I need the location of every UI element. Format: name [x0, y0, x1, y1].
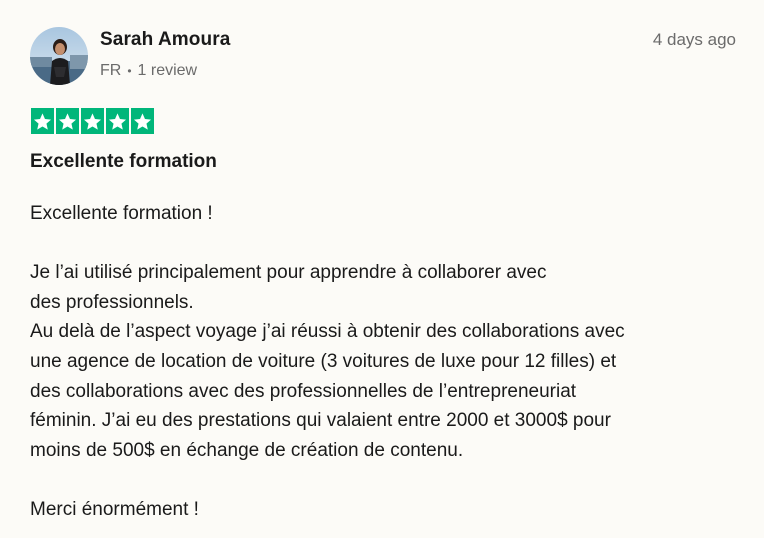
review-body-line: des professionnels. [30, 291, 194, 313]
review-body-line: Je l’ai utilisé principalement pour appr… [30, 262, 547, 284]
review-body-line: Merci énormément ! [30, 498, 199, 520]
review-body-line [30, 229, 740, 259]
author-meta: FR • 1 review [100, 62, 197, 80]
review-date: 4 days ago [652, 30, 736, 49]
star-icon [31, 108, 54, 134]
review-body-line: Au delà de l’aspect voyage j’ai réussi à… [30, 321, 625, 343]
avatar[interactable] [30, 27, 88, 85]
author-country: FR [100, 62, 122, 79]
review-body: Excellente formation ! Je l’ai utilisé p… [30, 199, 740, 525]
star-icon [56, 108, 79, 134]
star-icon [81, 108, 104, 134]
star-icon [131, 108, 154, 134]
review-body-line: une agence de location de voiture (3 voi… [30, 350, 617, 372]
star-icon [106, 108, 129, 134]
star-rating [31, 108, 154, 134]
review-body-line: Excellente formation ! [30, 203, 213, 224]
review-body-line: des collaborations avec des professionne… [30, 380, 577, 402]
review-body-line: moins de 500$ en échange de création de … [30, 439, 464, 461]
author-review-count: 1 review [137, 62, 198, 79]
review-card: Sarah Amoura FR • 1 review 4 days ago Ex… [0, 0, 764, 538]
review-body-line: féminin. J’ai eu des prestations qui val… [30, 410, 611, 432]
author-name[interactable]: Sarah Amoura [100, 29, 230, 51]
separator-dot: • [127, 64, 132, 78]
profile-photo [30, 27, 88, 85]
review-body-line [30, 465, 740, 495]
review-title[interactable]: Excellente formation [30, 151, 217, 173]
